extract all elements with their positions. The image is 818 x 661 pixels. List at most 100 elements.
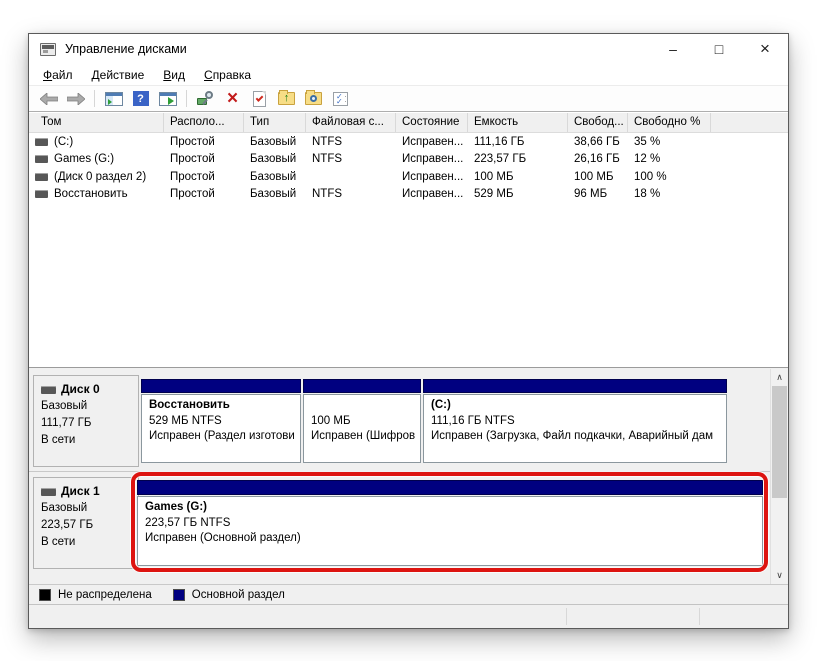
column-header-layout[interactable]: Располо... [164, 113, 244, 132]
close-button[interactable]: × [742, 34, 788, 64]
column-header-filler [711, 113, 788, 132]
volume-status: Исправен... [402, 170, 464, 183]
forward-icon [66, 92, 85, 105]
scroll-up-icon[interactable]: ∧ [771, 369, 788, 386]
vertical-scrollbar[interactable]: ∧ ∨ [770, 369, 788, 584]
app-icon [40, 42, 56, 56]
show-action-pane-button[interactable] [155, 88, 180, 110]
console-content: Том Располо... Тип Файловая с... Состоян… [29, 113, 788, 605]
table-row[interactable]: Восстановить Простой Базовый NTFS Исправ… [29, 186, 788, 204]
partition-size: 529 МБ NTFS [149, 414, 222, 427]
column-header-free-pct[interactable]: Свободно % [628, 113, 711, 132]
disk-name: Диск 1 [61, 484, 100, 498]
partition-size: 111,16 ГБ NTFS [431, 414, 515, 427]
partition-type-bar [303, 379, 421, 393]
status-bar-separator [699, 608, 700, 625]
disk-status: В сети [41, 434, 76, 446]
folder-search-button[interactable] [301, 88, 326, 110]
maximize-button[interactable]: □ [696, 34, 742, 64]
legend-label: Не распределена [58, 589, 152, 601]
volume-capacity: 529 МБ [474, 188, 514, 201]
table-row[interactable]: (C:) Простой Базовый NTFS Исправен... 11… [29, 133, 788, 151]
back-icon [39, 92, 58, 105]
legend-bar: Не распределена Основной раздел [29, 584, 788, 605]
volume-free-pct: 18 % [634, 188, 661, 201]
legend-unallocated: Не распределена [39, 589, 152, 601]
volume-type: Базовый [250, 135, 297, 148]
volume-name: Восстановить [54, 188, 128, 201]
volume-fs: NTFS [312, 153, 343, 166]
folder-up-button[interactable]: ↑ [274, 88, 299, 110]
column-header-type[interactable]: Тип [244, 113, 306, 132]
volume-free: 100 МБ [574, 170, 614, 183]
menu-bar: Файл Действие Вид Справка [29, 64, 788, 86]
legend-primary-partition: Основной раздел [172, 589, 285, 601]
disk-size: 223,57 ГБ [41, 519, 94, 531]
checklist-icon: ✓ ✓ [333, 91, 348, 106]
volume-name: (Диск 0 раздел 2) [54, 170, 147, 183]
volume-fs: NTFS [312, 135, 343, 148]
volume-free: 38,66 ГБ [574, 135, 620, 148]
scrollbar-thumb[interactable] [772, 386, 787, 498]
column-header-capacity[interactable]: Емкость [468, 113, 568, 132]
check-document-icon [253, 90, 266, 107]
table-row[interactable]: Games (G:) Простой Базовый NTFS Исправен… [29, 151, 788, 169]
toolbar-separator [94, 90, 95, 107]
show-console-tree-button[interactable] [101, 88, 126, 110]
forward-button[interactable] [63, 88, 88, 110]
column-header-fs[interactable]: Файловая с... [306, 113, 396, 132]
volume-capacity: 100 МБ [474, 170, 514, 183]
volume-layout: Простой [170, 153, 215, 166]
rescan-disks-icon [196, 91, 215, 106]
volume-layout: Простой [170, 170, 215, 183]
minimize-button[interactable]: – [650, 34, 696, 64]
column-header-volume[interactable]: Том [29, 113, 164, 132]
window-controls: – □ × [650, 34, 788, 64]
column-header-free[interactable]: Свобод... [568, 113, 628, 132]
help-button[interactable]: ? [128, 88, 153, 110]
check-document-button[interactable] [247, 88, 272, 110]
volume-name: Games (G:) [54, 153, 115, 166]
menu-action[interactable]: Действие [90, 67, 147, 83]
volume-free-pct: 35 % [634, 135, 661, 148]
partition-name: (C:) [431, 399, 451, 411]
disk-icon [41, 385, 56, 394]
disk-icon [41, 487, 56, 496]
volume-layout: Простой [170, 188, 215, 201]
folder-up-icon: ↑ [278, 90, 295, 105]
volumes-list: Том Располо... Тип Файловая с... Состоян… [29, 113, 788, 369]
toolbar-separator [186, 90, 187, 107]
scroll-down-icon[interactable]: ∨ [771, 567, 788, 584]
disk-management-window: Управление дисками – □ × Файл Действие В… [28, 33, 789, 629]
legend-label: Основной раздел [191, 589, 285, 601]
partition-status: Исправен (Шифров [311, 430, 416, 442]
volume-type: Базовый [250, 153, 297, 166]
volumes-list-header: Том Располо... Тип Файловая с... Состоян… [29, 113, 788, 133]
volume-capacity: 223,57 ГБ [474, 153, 527, 166]
menu-view[interactable]: Вид [161, 67, 187, 83]
show-console-tree-icon [104, 91, 123, 106]
checklist-button[interactable]: ✓ ✓ [328, 88, 353, 110]
back-button[interactable] [36, 88, 61, 110]
table-row[interactable]: (Диск 0 раздел 2) Простой Базовый Исправ… [29, 168, 788, 186]
rescan-disks-button[interactable] [193, 88, 218, 110]
show-action-pane-icon [158, 91, 177, 106]
help-icon: ? [132, 91, 149, 106]
disk-status: В сети [41, 536, 76, 548]
volume-icon [35, 137, 48, 146]
delete-icon: × [226, 88, 239, 109]
column-header-status[interactable]: Состояние [396, 113, 468, 132]
partition-size: 100 МБ [311, 414, 351, 427]
red-annotation-highlight [131, 472, 768, 572]
volume-free: 96 МБ [574, 188, 608, 201]
disk1-label[interactable]: Диск 1 Базовый 223,57 ГБ В сети [33, 477, 139, 569]
volume-fs: NTFS [312, 188, 343, 201]
menu-help[interactable]: Справка [202, 67, 253, 83]
delete-button[interactable]: × [220, 88, 245, 110]
volume-icon [35, 190, 48, 199]
volume-icon [35, 172, 48, 181]
menu-file[interactable]: Файл [41, 67, 75, 83]
disk0-label[interactable]: Диск 0 Базовый 111,77 ГБ В сети [33, 375, 139, 467]
volume-status: Исправен... [402, 153, 464, 166]
volume-type: Базовый [250, 188, 297, 201]
